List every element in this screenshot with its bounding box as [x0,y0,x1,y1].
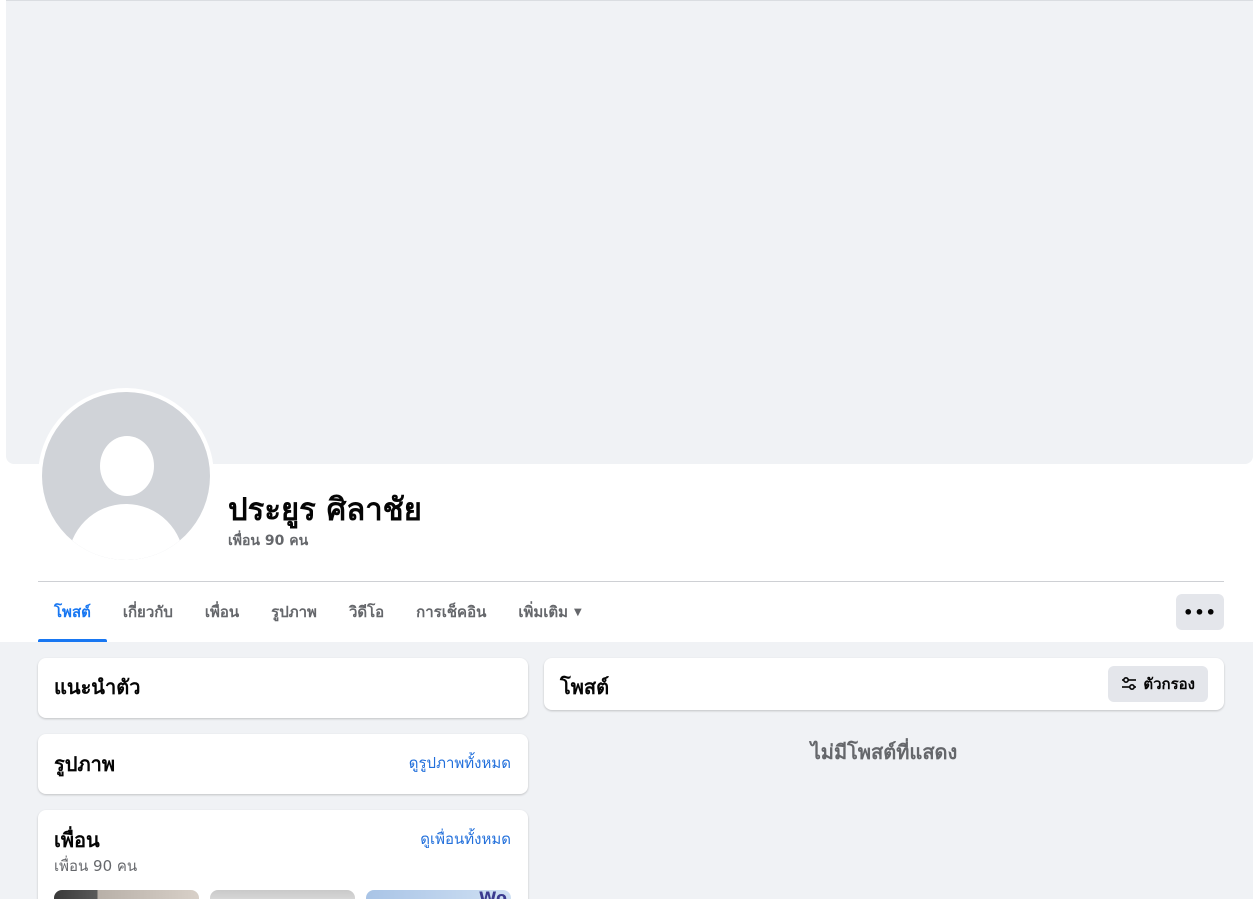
tab-photos-label: รูปภาพ [271,603,317,621]
thumbnail-text: Wo [479,890,507,899]
profile-name: ประยูร ศิลาชัย [228,492,422,528]
profile-picture[interactable] [38,388,214,564]
tab-more-label: เพิ่มเติม [518,603,569,621]
filter-button[interactable]: ตัวกรอง [1108,666,1208,702]
friend-thumbnail[interactable]: Wo [366,890,511,899]
tab-videos[interactable]: วิดีโอ [333,582,400,642]
filter-sliders-icon [1122,676,1137,691]
tab-posts[interactable]: โพสต์ [38,582,107,642]
tab-checkins-label: การเช็คอิน [416,603,487,621]
tab-checkins[interactable]: การเช็คอิน [400,582,502,642]
friend-thumbnail[interactable] [210,890,355,899]
posts-title: โพสต์ [560,675,610,699]
filter-label: ตัวกรอง [1143,675,1195,693]
tab-friends[interactable]: เพื่อน [189,582,255,642]
friends-card: เพื่อน ดูเพื่อนทั้งหมด เพื่อน 90 คน Wo [38,810,528,899]
caret-down-icon: ▼ [574,606,582,618]
default-avatar-icon [42,392,210,560]
ellipsis-icon: ••• [1183,602,1217,622]
photos-card: รูปภาพ ดูรูปภาพทั้งหมด [38,734,528,794]
more-options-button[interactable]: ••• [1176,594,1224,630]
friends-count: เพื่อน 90 คน [54,857,138,875]
intro-card: แนะนำตัว [38,658,528,718]
tab-photos[interactable]: รูปภาพ [255,582,333,642]
tab-posts-label: โพสต์ [54,603,91,621]
tab-about[interactable]: เกี่ยวกับ [107,582,189,642]
profile-tabs: โพสต์ เกี่ยวกับ เพื่อน รูปภาพ วิดีโอ การ… [38,582,598,642]
intro-title: แนะนำตัว [54,675,141,699]
friend-thumbnail[interactable] [54,890,199,899]
tab-more[interactable]: เพิ่มเติม ▼ [502,582,597,642]
see-all-friends-link[interactable]: ดูเพื่อนทั้งหมด [420,827,511,851]
photos-title[interactable]: รูปภาพ [54,748,115,780]
see-all-photos-link[interactable]: ดูรูปภาพทั้งหมด [409,751,511,775]
friends-title[interactable]: เพื่อน [54,824,100,856]
cover-photo[interactable] [6,0,1253,464]
no-posts-message: ไม่มีโพสต์ที่แสดง [810,740,958,764]
friend-count[interactable]: เพื่อน 90 คน [228,530,308,552]
posts-card: โพสต์ ตัวกรอง [544,658,1224,710]
avatar-head [100,436,154,496]
tab-videos-label: วิดีโอ [348,603,385,621]
tab-friends-label: เพื่อน [204,603,240,621]
tab-about-label: เกี่ยวกับ [122,603,173,621]
avatar-body [68,504,184,560]
